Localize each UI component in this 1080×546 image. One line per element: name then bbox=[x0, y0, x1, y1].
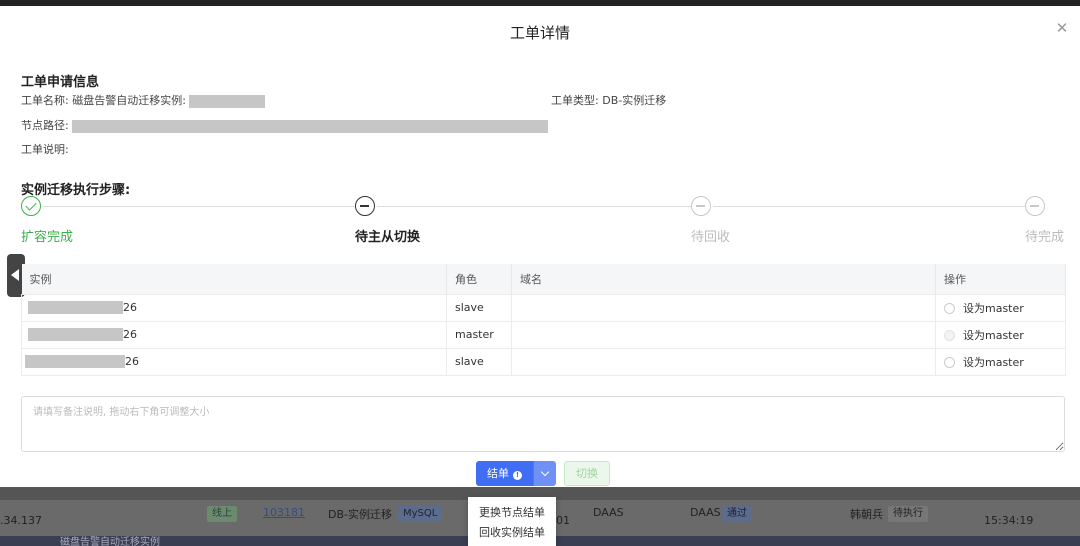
bg-owner2: DAAS bbox=[690, 506, 721, 519]
close-order-button[interactable]: 结单! bbox=[476, 461, 533, 486]
table-row: 26 slave 设为master bbox=[21, 347, 1066, 376]
bg-state-tag: 待执行 bbox=[888, 506, 928, 522]
redacted-block bbox=[28, 328, 123, 342]
info-icon: ! bbox=[513, 471, 522, 480]
order-name-label: 工单名称: bbox=[21, 94, 69, 107]
order-type-value: DB-实例迁移 bbox=[602, 94, 667, 107]
node-path-field: 节点路径: bbox=[21, 117, 549, 133]
switch-button: 切换 bbox=[564, 461, 610, 486]
menu-item-replace-node[interactable]: 更换节点结单 bbox=[468, 503, 556, 523]
instance-suffix: 26 bbox=[125, 354, 139, 368]
step-label: 扩容完成 bbox=[21, 230, 74, 245]
bg-status-tag: 线上 bbox=[207, 506, 237, 522]
bg-person: 韩朝兵 bbox=[850, 508, 883, 521]
remark-textarea[interactable] bbox=[21, 396, 1065, 452]
bg-num: 01 bbox=[556, 514, 570, 527]
set-master-option[interactable]: 设为master bbox=[935, 293, 1066, 321]
set-master-option-disabled: 设为master bbox=[935, 320, 1066, 348]
bg-ip: .34.137 bbox=[0, 514, 42, 527]
column-header: 实例 bbox=[21, 264, 447, 294]
bg-owner1: DAAS bbox=[593, 506, 624, 519]
bg-time: 15:34:19 bbox=[984, 514, 1034, 527]
role-cell: slave bbox=[446, 347, 512, 376]
step-wait-icon bbox=[691, 196, 711, 216]
modal-title: 工单详情 bbox=[509, 24, 570, 42]
domain-cell bbox=[511, 320, 936, 348]
role-cell: master bbox=[446, 320, 512, 348]
step-label: 待完成 bbox=[1025, 230, 1065, 245]
radio-icon[interactable] bbox=[944, 303, 955, 314]
column-header: 角色 bbox=[446, 264, 512, 294]
domain-cell bbox=[511, 347, 936, 376]
redacted-block bbox=[72, 119, 549, 133]
step-label: 待主从切换 bbox=[355, 230, 421, 245]
order-desc-field: 工单说明: bbox=[21, 141, 69, 157]
set-master-label: 设为master bbox=[963, 328, 1024, 342]
instance-cell: 26 bbox=[21, 293, 447, 321]
order-name-field: 工单名称: 磁盘告警自动迁移实例: bbox=[21, 92, 266, 108]
role-cell: slave bbox=[446, 293, 512, 321]
step-connector bbox=[43, 206, 355, 207]
step-current-icon bbox=[355, 196, 375, 216]
redacted-block bbox=[25, 355, 125, 369]
set-master-option[interactable]: 设为master bbox=[935, 347, 1066, 376]
column-header: 操作 bbox=[935, 264, 1066, 294]
menu-item-recycle-instance[interactable]: 回收实例结单 bbox=[468, 523, 556, 543]
bg-db-tag: MySQL bbox=[398, 506, 443, 522]
redacted-block bbox=[28, 301, 123, 315]
instance-cell: 26 bbox=[21, 347, 447, 376]
bg-bottom-text: 磁盘告警自动迁移实例 bbox=[60, 537, 160, 546]
table-header-row: 实例 角色 域名 操作 bbox=[21, 264, 1066, 294]
order-type-label: 工单类型: bbox=[551, 94, 599, 107]
step-label: 待回收 bbox=[691, 230, 731, 245]
instance-cell: 26 bbox=[21, 320, 447, 348]
column-header: 域名 bbox=[511, 264, 936, 294]
bg-type: DB-实例迁移 bbox=[328, 508, 392, 521]
step-connector bbox=[377, 206, 691, 207]
bg-pass-tag: 通过 bbox=[722, 506, 752, 522]
table-row: 26 master 设为master bbox=[21, 320, 1066, 348]
radio-icon bbox=[944, 330, 955, 341]
apply-info-title: 工单申请信息 bbox=[21, 75, 100, 90]
instance-suffix: 26 bbox=[123, 327, 137, 341]
step-done-check-icon bbox=[21, 196, 41, 216]
step-wait-icon bbox=[1025, 196, 1045, 216]
close-order-dropdown-toggle-chevron-down-icon[interactable] bbox=[533, 461, 556, 486]
order-desc-label: 工单说明: bbox=[21, 143, 69, 156]
radio-icon[interactable] bbox=[944, 357, 955, 368]
redacted-block bbox=[189, 94, 266, 108]
domain-cell bbox=[511, 293, 936, 321]
set-master-label: 设为master bbox=[963, 355, 1024, 369]
order-type-field: 工单类型: DB-实例迁移 bbox=[551, 92, 666, 108]
node-path-label: 节点路径: bbox=[21, 119, 69, 132]
set-master-label: 设为master bbox=[963, 301, 1024, 315]
bg-order-link[interactable]: 103181 bbox=[263, 506, 305, 519]
instance-suffix: 26 bbox=[123, 300, 137, 314]
close-order-dropdown-menu: 更换节点结单 回收实例结单 bbox=[468, 497, 556, 546]
close-icon[interactable]: ✕ bbox=[1054, 20, 1070, 36]
table-row: 26 slave 设为master bbox=[21, 293, 1066, 321]
migration-steps: 扩容完成 待主从切换 待回收 待完成 bbox=[21, 196, 1064, 245]
step-connector bbox=[713, 206, 1025, 207]
order-name-value: 磁盘告警自动迁移实例: bbox=[72, 94, 186, 107]
instance-table: 实例 角色 域名 操作 26 slave 设为master 26 master … bbox=[21, 264, 1066, 376]
close-order-label: 结单 bbox=[487, 467, 509, 480]
